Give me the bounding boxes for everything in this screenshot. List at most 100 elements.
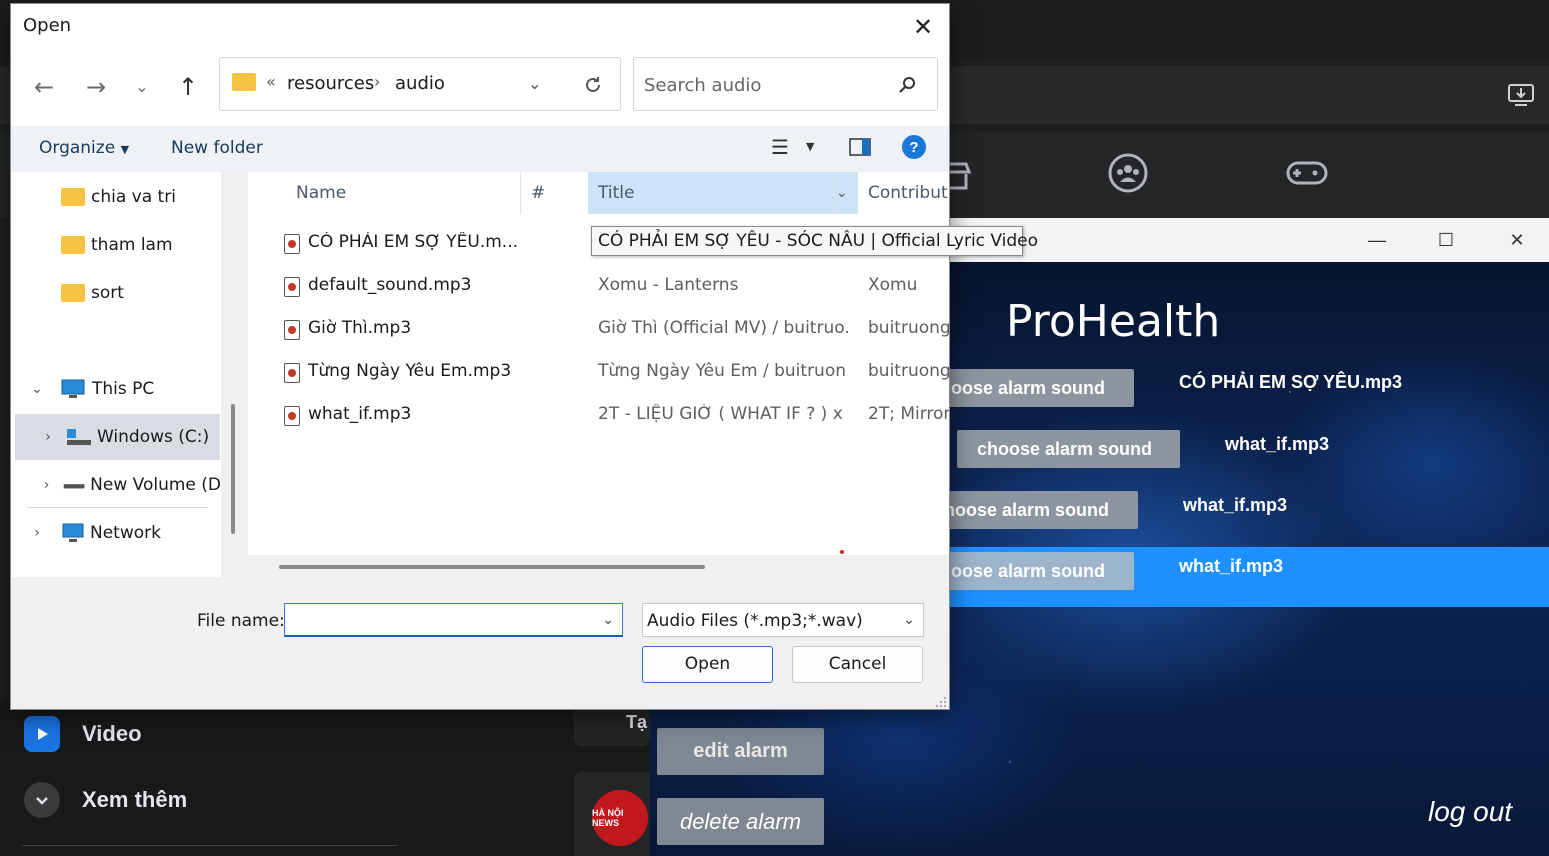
divider <box>22 845 397 846</box>
folder-icon <box>61 284 85 302</box>
recent-locations-chevron-icon[interactable]: ⌄ <box>125 70 159 104</box>
help-icon[interactable]: ? <box>901 134 927 160</box>
file-title: 2T - LIỆU GIỜ ( WHAT IF ? ) x ... <box>598 404 848 424</box>
chevron-right-icon[interactable]: › <box>37 429 59 445</box>
file-name-label: File name: <box>197 611 285 631</box>
audio-file-icon <box>284 363 300 383</box>
breadcrumb-item-resources[interactable]: resources <box>287 73 374 94</box>
nav-item-label: chia va tri <box>91 187 176 207</box>
minimize-icon[interactable]: — <box>1354 226 1400 254</box>
table-row[interactable]: what_if.mp3 2T - LIỆU GIỜ ( WHAT IF ? ) … <box>248 394 949 436</box>
breadcrumb[interactable]: « resources › audio ⌄ <box>219 57 621 111</box>
nav-item-sort[interactable]: sort <box>61 270 124 316</box>
file-name-field[interactable]: ⌄ <box>284 603 623 637</box>
chevron-down-icon[interactable]: ⌄ <box>26 381 48 397</box>
button-label: choose alarm sound <box>934 500 1110 520</box>
gaming-icon[interactable] <box>1282 148 1332 198</box>
feed-card-text: Tạ <box>626 712 648 732</box>
dialog-titlebar <box>11 4 949 48</box>
nav-item-label: New Volume (D <box>90 475 221 495</box>
chevron-down-icon[interactable]: ⌄ <box>836 172 848 214</box>
menu-item-label: Video <box>82 721 142 746</box>
column-header-name[interactable]: Name <box>296 172 346 214</box>
divider <box>520 172 521 214</box>
install-app-icon[interactable] <box>1506 80 1536 110</box>
file-name: CÓ PHẢI EM SỢ YÊU.m... <box>308 232 519 252</box>
file-name: Từng Ngày Yêu Em.mp3 <box>308 361 512 381</box>
resize-grip-icon[interactable] <box>935 696 947 708</box>
audio-file-icon <box>284 406 300 426</box>
drive-icon <box>63 484 85 489</box>
nav-item-tham-lam[interactable]: tham lam <box>61 222 173 268</box>
preview-pane-icon[interactable] <box>847 134 873 160</box>
view-options-icon[interactable]: ☰ <box>771 134 797 160</box>
folder-icon <box>61 236 85 254</box>
file-title: Xomu - Lanterns <box>598 275 739 295</box>
nav-item-network[interactable]: › Network <box>26 510 221 556</box>
file-name-input[interactable] <box>289 608 589 632</box>
chevron-down-icon[interactable]: ⌄ <box>903 612 915 628</box>
nav-item-this-pc[interactable]: ⌄ This PC <box>26 366 221 412</box>
nav-item-windows-c[interactable]: › Windows (C:) <box>15 414 220 460</box>
divider <box>834 172 835 214</box>
close-icon[interactable]: ✕ <box>901 10 945 44</box>
open-button[interactable]: Open <box>642 646 773 683</box>
alarm-file-name: CÓ PHẢI EM SỢ YÊU.mp3 <box>1179 372 1403 392</box>
file-contributing-artists: Xomu <box>868 275 918 295</box>
breadcrumb-overflow[interactable]: « <box>266 72 276 91</box>
menu-item-see-more[interactable]: Xem thêm <box>24 782 187 818</box>
new-folder-button[interactable]: New folder <box>171 138 263 158</box>
groups-icon[interactable] <box>1103 148 1153 198</box>
chevron-right-icon[interactable]: › <box>26 525 48 541</box>
audio-file-icon <box>284 320 300 340</box>
close-icon[interactable]: ✕ <box>1494 226 1540 254</box>
file-type-select[interactable]: Audio Files (*.mp3;*.wav) ⌄ <box>642 603 924 637</box>
organize-button[interactable]: Organize ▼ <box>39 138 129 158</box>
red-dot <box>840 550 844 554</box>
table-row[interactable]: default_sound.mp3 Xomu - Lanterns Xomu <box>248 265 949 307</box>
drive-icon <box>67 429 91 445</box>
nav-item-new-volume[interactable]: › New Volume (D <box>37 462 221 508</box>
nav-item-label: Windows (C:) <box>97 427 210 447</box>
nav-item-label: tham lam <box>91 235 173 255</box>
news-avatar[interactable]: HÀ NỘI NEWS <box>592 790 648 846</box>
file-title: Giờ Thì (Official MV) / buitruo... <box>598 318 848 338</box>
search-input[interactable] <box>644 72 884 98</box>
table-row[interactable]: Từng Ngày Yêu Em.mp3 Từng Ngày Yêu Em / … <box>248 351 949 393</box>
chevron-right-icon[interactable]: › <box>37 477 56 493</box>
breadcrumb-separator-icon: › <box>374 72 381 91</box>
navigation-pane: chia va tri tham lam sort ⌄ This PC › Wi… <box>11 172 221 577</box>
edit-alarm-button[interactable]: edit alarm <box>657 728 824 775</box>
forward-arrow-icon[interactable]: → <box>79 70 113 104</box>
column-header-title[interactable]: Title ⌄ <box>588 172 858 214</box>
chevron-down-icon <box>24 782 60 818</box>
view-dropdown-icon[interactable]: ▼ <box>806 134 832 160</box>
breadcrumb-item-audio[interactable]: audio <box>395 73 445 94</box>
file-type-value: Audio Files (*.mp3;*.wav) <box>647 611 863 631</box>
news-logo-text: HÀ NỘI NEWS <box>592 808 624 828</box>
back-arrow-icon[interactable]: ← <box>27 70 61 104</box>
nav-item-chia-va-tri[interactable]: chia va tri <box>61 174 176 220</box>
menu-item-video[interactable]: Video <box>24 716 142 752</box>
refresh-icon[interactable] <box>582 74 604 96</box>
cancel-button[interactable]: Cancel <box>792 646 923 683</box>
chevron-down-icon[interactable]: ⌄ <box>602 612 614 628</box>
file-contributing-artists: 2T; Mirror <box>868 404 949 424</box>
maximize-icon[interactable]: ☐ <box>1423 226 1469 254</box>
search-icon[interactable] <box>896 74 918 96</box>
delete-alarm-button[interactable]: delete alarm <box>657 798 824 845</box>
log-out-button[interactable]: log out <box>1428 796 1512 828</box>
column-header-number[interactable]: # <box>531 172 545 214</box>
column-header-contributing[interactable]: Contributi <box>868 172 949 214</box>
search-box[interactable] <box>633 57 938 111</box>
up-arrow-icon[interactable]: ↑ <box>171 70 205 104</box>
table-row[interactable]: Giờ Thì.mp3 Giờ Thì (Official MV) / buit… <box>248 308 949 350</box>
nav-scrollbar[interactable] <box>231 404 235 534</box>
button-label: choose alarm sound <box>930 561 1106 581</box>
scrollbar-thumb[interactable] <box>279 565 705 569</box>
choose-alarm-sound-button[interactable]: choose alarm sound <box>957 430 1180 468</box>
file-contributing-artists: buitruong <box>868 318 949 338</box>
video-icon <box>24 716 60 752</box>
sort-ascending-icon: ⌃ <box>398 172 409 181</box>
chevron-down-icon[interactable]: ⌄ <box>528 74 541 93</box>
